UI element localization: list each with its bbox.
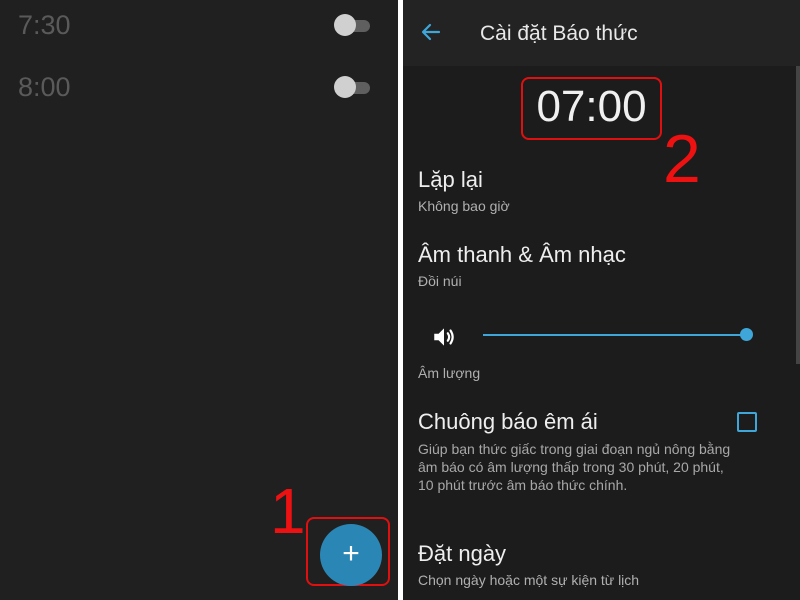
app-bar: Cài đặt Báo thức [403, 0, 800, 66]
page-title: Cài đặt Báo thức [480, 22, 638, 45]
repeat-title: Lặp lại [418, 167, 483, 192]
step-marker-2: 2 [663, 121, 701, 197]
toggle-thumb [334, 76, 356, 98]
volume-icon [434, 328, 454, 346]
alarm-toggle[interactable] [334, 76, 370, 98]
add-alarm-button[interactable]: + [320, 524, 382, 586]
arrow-left-icon[interactable] [419, 20, 443, 44]
set-date-value: Chọn ngày hoặc một sự kiện từ lịch [418, 572, 640, 588]
plus-icon: + [342, 537, 360, 570]
volume-slider-track[interactable] [483, 334, 746, 336]
alarm-settings-screen: Cài đặt Báo thức 07:00 2 Lặp lại Không b… [403, 0, 800, 600]
sound-title: Âm thanh & Âm nhạc [418, 242, 626, 267]
scrollbar[interactable] [796, 66, 800, 364]
alarm-time-display[interactable]: 07:00 [521, 82, 662, 131]
gentle-alarm-description: Giúp bạn thức giấc trong giai đoạn ngủ n… [418, 441, 731, 493]
step-marker-1: 1 [270, 475, 306, 547]
gentle-alarm-checkbox[interactable] [737, 412, 757, 432]
volume-slider-thumb[interactable] [740, 328, 753, 341]
sound-value: Đồi núi [418, 273, 462, 289]
repeat-value: Không bao giờ [418, 198, 510, 214]
alarm-time-label: 8:00 [18, 72, 71, 102]
alarm-item[interactable]: 8:00 [0, 62, 398, 122]
volume-label: Âm lượng [418, 365, 481, 381]
alarm-item[interactable]: 7:30 [0, 0, 398, 60]
alarm-time-label: 7:30 [18, 10, 71, 40]
set-date-title: Đặt ngày [418, 541, 507, 566]
alarm-toggle[interactable] [334, 14, 370, 36]
gentle-alarm-title: Chuông báo êm ái [418, 409, 598, 434]
alarm-list-screen: 7:30 8:00 1 + [0, 0, 398, 600]
toggle-thumb [334, 14, 356, 36]
